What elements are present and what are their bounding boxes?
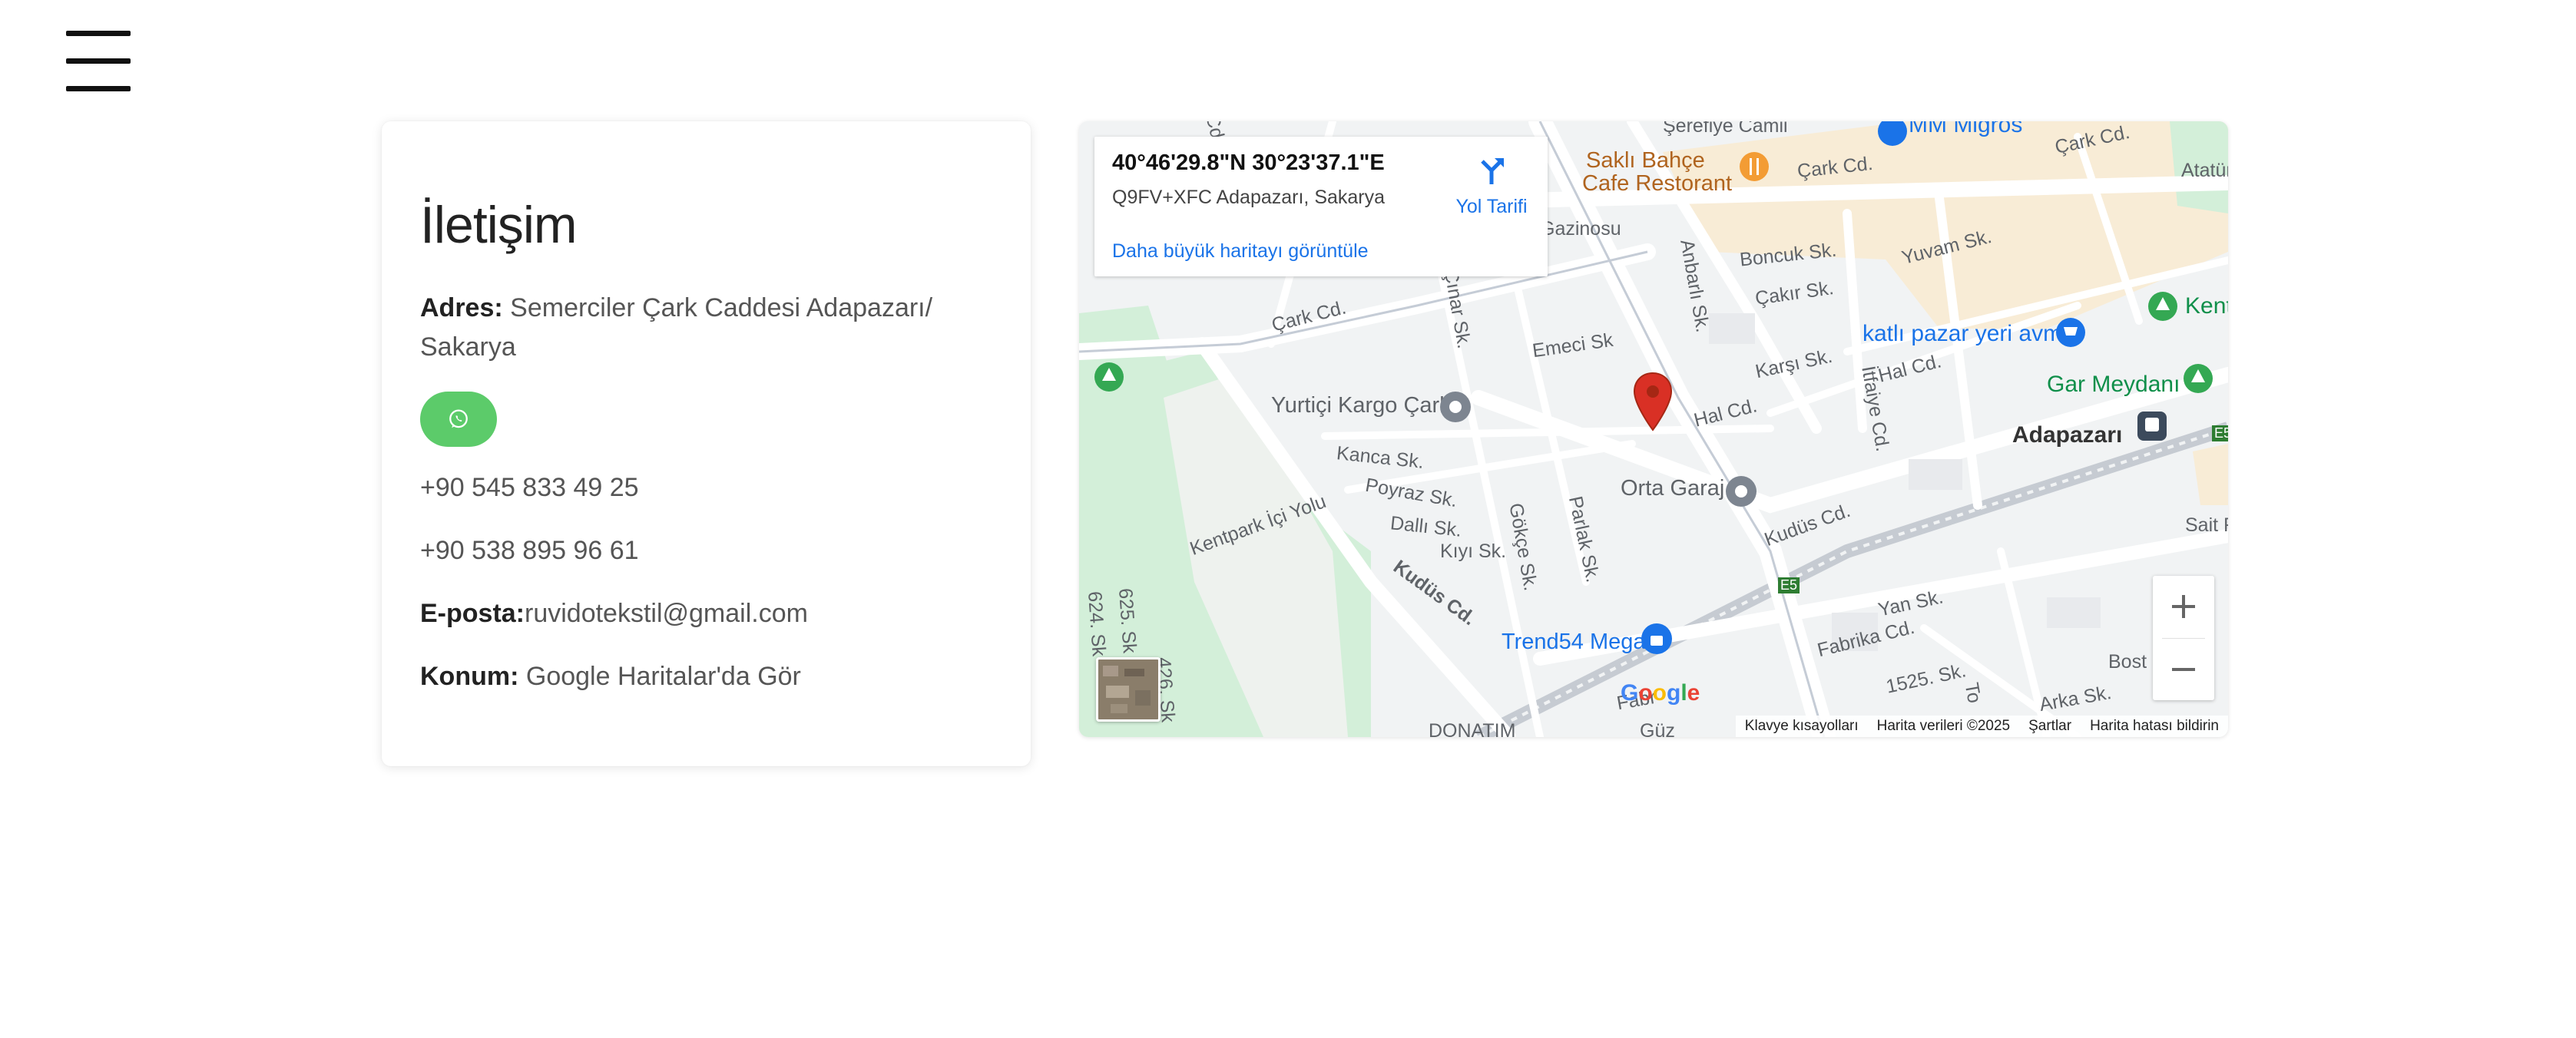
- address-label: Adres:: [420, 293, 503, 322]
- map-label-donatim: DONATIM: [1429, 720, 1516, 737]
- map-label-sakli-bahce-1: Saklı Bahçe: [1586, 148, 1705, 173]
- plus-icon: [2172, 595, 2195, 618]
- map-label-orta-garaj: Orta Garaj: [1621, 476, 1725, 501]
- keyboard-shortcuts-link[interactable]: Klavye kısayolları: [1745, 718, 1859, 735]
- map-label-trend54: Trend54 Mega: [1502, 630, 1646, 654]
- map-coordinates: 40°46'29.8"N 30°23'37.1"E: [1112, 150, 1385, 175]
- map-label-adapazari: Adapazarı: [2012, 422, 2123, 448]
- map-label-kiyi: Kıyı Sk.: [1440, 540, 1507, 562]
- zoom-in-button[interactable]: [2153, 576, 2214, 637]
- report-error-link[interactable]: Harita hatası bildirin: [2090, 718, 2219, 735]
- bigger-map-link[interactable]: Daha büyük haritayı görüntüle: [1112, 240, 1369, 263]
- address-line: Adres: Semerciler Çark Caddesi Adapazarı…: [420, 289, 992, 367]
- map-label-atatur: Atatür: [2181, 160, 2228, 181]
- migros-poi-icon[interactable]: [1876, 121, 1909, 147]
- whatsapp-button[interactable]: [420, 392, 497, 447]
- location-pin-icon[interactable]: [1632, 372, 1674, 433]
- map-label-to: To: [1960, 680, 1985, 705]
- email-line: E-posta:ruvidotekstil@gmail.com: [420, 594, 992, 633]
- zoom-out-button[interactable]: [2153, 639, 2214, 700]
- cart-poi-icon[interactable]: [2055, 316, 2087, 349]
- map-label-gar-meydani: Gar Meydanı: [2047, 372, 2180, 397]
- zoom-controls: [2153, 576, 2214, 700]
- minus-icon: [2172, 668, 2195, 671]
- map-footer: Klavye kısayolları Harita verileri ©2025…: [1735, 716, 2228, 737]
- email-label: E-posta:: [420, 599, 525, 628]
- google-logo: Google: [1621, 680, 1700, 706]
- map-label-serefiye: Şerefiye Camii: [1663, 121, 1788, 137]
- menu-bar: [66, 86, 131, 91]
- map-label-e5-1: E5: [2212, 425, 2228, 441]
- map-plus-code: Q9FV+XFC Adapazarı, Sakarya: [1112, 187, 1386, 208]
- shopping-poi-icon[interactable]: [1640, 622, 1674, 656]
- contact-card: İletişim Adres: Semerciler Çark Caddesi …: [382, 121, 1031, 766]
- map-label-bost: Bost: [2108, 651, 2147, 673]
- contact-title: İletişim: [420, 196, 578, 254]
- map-label-e5-2: E5: [1778, 577, 1800, 593]
- map-label-migros: MM Migros: [1909, 121, 2023, 137]
- google-maps-link[interactable]: Google Haritalar'da Gör: [526, 662, 801, 691]
- hamburger-menu-icon[interactable]: [66, 31, 131, 91]
- menu-bar: [66, 31, 131, 36]
- satellite-view-toggle[interactable]: [1096, 657, 1161, 722]
- directions-button[interactable]: Yol Tarifi: [1445, 154, 1538, 218]
- phone-1[interactable]: +90 545 833 49 25: [420, 468, 992, 507]
- restaurant-poi-icon[interactable]: [1738, 150, 1770, 183]
- map-label-sakli-bahce-2: Cafe Restorant: [1582, 171, 1733, 196]
- map-data-label: Harita verileri ©2025: [1876, 718, 2011, 734]
- map-label-625: 625. Sk: [1114, 587, 1141, 654]
- train-station-icon[interactable]: [2136, 410, 2168, 442]
- directions-icon: [1481, 158, 1504, 184]
- map-label-yurtici: Yurtiçi Kargo Çark: [1271, 393, 1451, 418]
- map-label-624: 624. Sk: [1083, 590, 1110, 657]
- menu-bar: [66, 58, 131, 64]
- kent-park-poi-icon[interactable]: [2147, 290, 2179, 322]
- satellite-thumbnail-icon: [1098, 659, 1158, 719]
- map-label-kent: Kent: [2185, 293, 2228, 319]
- map-label-gazinosu: Gazinosu: [1540, 218, 1621, 240]
- email-link[interactable]: ruvidotekstil@gmail.com: [525, 599, 808, 628]
- yurtici-poi-icon[interactable]: [1439, 390, 1472, 424]
- gar-meydani-poi-icon[interactable]: [2182, 362, 2214, 395]
- park-poi-icon[interactable]: [1093, 361, 1125, 393]
- location-line: Konum: Google Haritalar'da Gör: [420, 657, 992, 696]
- embedded-map[interactable]: Şerefiye Camii MM Migros Saklı Bahçe Caf…: [1079, 121, 2228, 737]
- orta-garaj-poi-icon[interactable]: [1724, 474, 1758, 508]
- map-label-guz: Güz: [1640, 720, 1675, 737]
- whatsapp-icon: [449, 409, 468, 428]
- map-label-katli-pazar: katlı pazar yeri avm: [1862, 321, 2063, 346]
- phone-2[interactable]: +90 538 895 96 61: [420, 531, 992, 570]
- terms-link[interactable]: Şartlar: [2028, 718, 2071, 735]
- location-label: Konum:: [420, 662, 519, 691]
- map-info-box: 40°46'29.8"N 30°23'37.1"E Q9FV+XFC Adapa…: [1094, 137, 1548, 276]
- directions-label: Yol Tarifi: [1455, 196, 1528, 217]
- map-label-sait: Sait F: [2185, 514, 2228, 536]
